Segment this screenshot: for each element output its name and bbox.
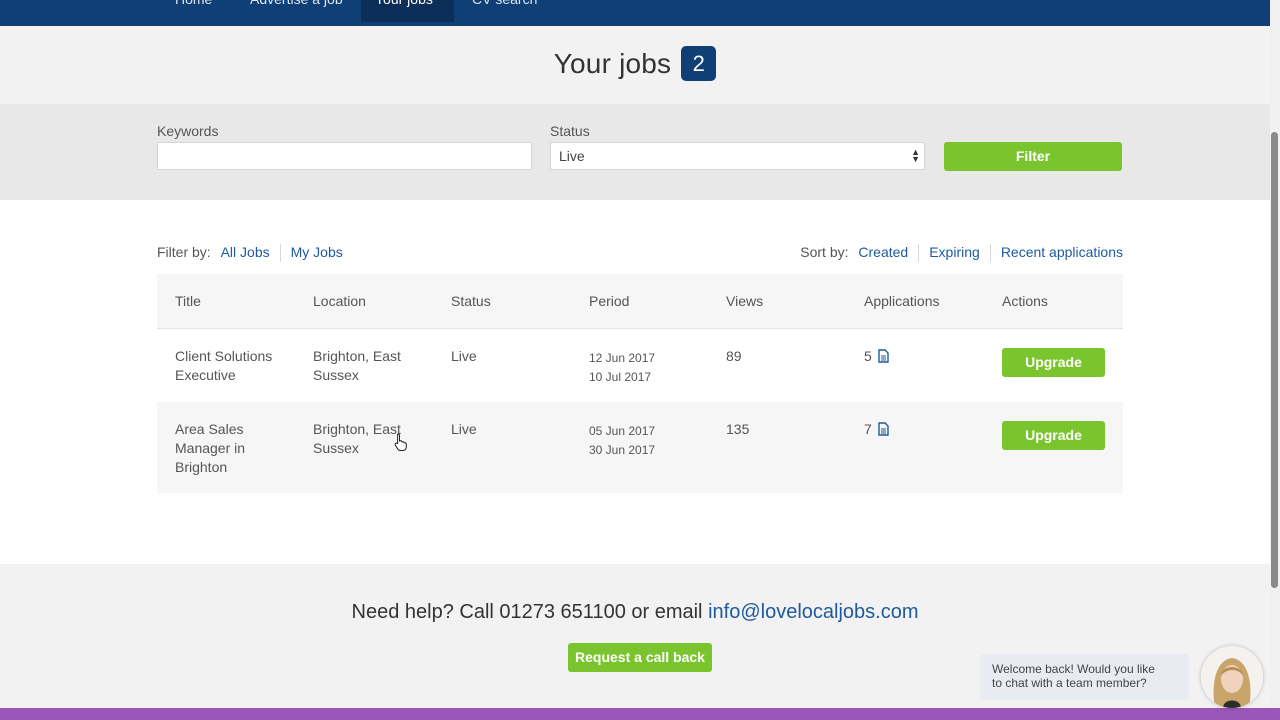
applications-count: 5 <box>864 348 872 364</box>
status-select-value: Live <box>559 148 585 164</box>
location-line: Brighton, East <box>313 421 401 437</box>
document-icon <box>878 422 889 441</box>
filter-my-jobs-link[interactable]: My Jobs <box>291 244 343 260</box>
page-title: Your jobs <box>553 47 672 79</box>
chat-agent-avatar[interactable] <box>1201 646 1263 708</box>
job-title-link[interactable]: Client Solutions Executive <box>175 347 272 385</box>
sort-created-link[interactable]: Created <box>858 244 908 260</box>
upgrade-button[interactable]: Upgrade <box>1002 348 1105 377</box>
help-line: Need help? Call 01273 651100 or email in… <box>0 601 1270 624</box>
location-line: Sussex <box>313 440 359 456</box>
nav-tab-advertise-job[interactable]: Advertise a job <box>236 0 357 22</box>
period-end: 30 Jun 2017 <box>589 443 656 457</box>
column-header-status[interactable]: Status <box>451 293 491 309</box>
column-header-title[interactable]: Title <box>175 293 201 309</box>
job-location: Brighton, East Sussex <box>313 347 401 385</box>
job-title-line: Client Solutions <box>175 348 273 364</box>
divider <box>279 244 281 263</box>
page-header: Your jobs 2 <box>0 26 1270 104</box>
table-header: Title Location Status Period Views Appli… <box>157 274 1123 329</box>
job-count-badge: 2 <box>681 46 717 81</box>
filter-button[interactable]: Filter <box>944 142 1122 171</box>
jobs-content: Filter by: All Jobs My Jobs Sort by: Crea… <box>0 200 1270 564</box>
top-navigation: Home Advertise a job Your jobs CV search <box>0 0 1270 26</box>
job-applications-link[interactable]: 5 <box>864 347 889 368</box>
period-start: 12 Jun 2017 <box>589 351 656 365</box>
footer-accent-bar <box>0 708 1280 720</box>
chat-prompt[interactable]: Welcome back! Would you like to chat wit… <box>980 654 1189 700</box>
chat-message-line: to chat with a team member? <box>992 676 1147 690</box>
job-title-line: Manager in <box>175 440 246 456</box>
job-views: 135 <box>726 421 750 437</box>
request-call-back-button[interactable]: Request a call back <box>568 643 712 672</box>
status-select[interactable]: Live ▲ ▼ <box>550 142 925 170</box>
job-title-line: Area Sales <box>175 421 244 437</box>
filter-by-label: Filter by: <box>157 244 211 260</box>
filter-panel: Keywords Status Live ▲ ▼ Filter <box>0 104 1270 200</box>
job-title-line: Executive <box>175 367 236 383</box>
nav-tab-home[interactable]: Home <box>161 0 226 22</box>
filter-by-bar: Filter by: All Jobs My Jobs <box>157 244 343 263</box>
column-header-location[interactable]: Location <box>313 293 366 309</box>
location-line: Sussex <box>313 367 359 383</box>
table-row: Client Solutions Executive Brighton, Eas… <box>157 329 1123 402</box>
job-period: 05 Jun 2017 30 Jun 2017 <box>589 422 655 460</box>
keywords-label: Keywords <box>157 123 219 139</box>
job-title-line: Brighton <box>175 459 228 475</box>
job-status: Live <box>451 421 477 437</box>
support-email-link[interactable]: info@lovelocaljobs.com <box>708 601 918 623</box>
hand-cursor-icon <box>394 433 408 456</box>
sort-recent-applications-link[interactable]: Recent applications <box>1001 244 1123 260</box>
sort-by-label: Sort by: <box>800 244 849 260</box>
job-views: 89 <box>726 348 742 364</box>
column-header-period[interactable]: Period <box>589 293 629 309</box>
divider <box>989 244 991 263</box>
column-header-actions: Actions <box>1002 293 1048 309</box>
divider <box>918 244 920 263</box>
upgrade-button[interactable]: Upgrade <box>1002 421 1105 450</box>
help-text: Need help? Call 01273 651100 or email <box>351 601 703 623</box>
status-label: Status <box>550 123 590 139</box>
select-arrows-icon: ▲ ▼ <box>911 147 920 164</box>
job-location: Brighton, East Sussex <box>313 420 401 458</box>
filter-all-jobs-link[interactable]: All Jobs <box>221 244 270 260</box>
job-status: Live <box>451 348 477 364</box>
document-icon <box>878 349 889 368</box>
column-header-views[interactable]: Views <box>726 293 763 309</box>
sort-expiring-link[interactable]: Expiring <box>929 244 980 260</box>
period-end: 10 Jul 2017 <box>589 370 652 384</box>
agent-portrait-icon <box>1201 646 1263 708</box>
table-row: Area Sales Manager in Brighton Brighton,… <box>157 402 1123 493</box>
job-applications-link[interactable]: 7 <box>864 420 889 441</box>
location-line: Brighton, East <box>313 348 401 364</box>
jobs-table: Title Location Status Period Views Appli… <box>157 274 1123 493</box>
chat-message-line: Welcome back! Would you like <box>992 662 1155 676</box>
keywords-input[interactable] <box>157 142 532 170</box>
period-start: 05 Jun 2017 <box>589 424 656 438</box>
applications-count: 7 <box>864 421 872 437</box>
nav-tab-cv-search[interactable]: CV search <box>458 0 551 22</box>
job-title-link[interactable]: Area Sales Manager in Brighton <box>175 420 245 477</box>
column-header-applications[interactable]: Applications <box>864 293 940 309</box>
job-period: 12 Jun 2017 10 Jul 2017 <box>589 349 655 387</box>
scrollbar-thumb[interactable] <box>1271 132 1278 588</box>
nav-tab-your-jobs[interactable]: Your jobs <box>361 0 454 22</box>
sort-by-bar: Sort by: Created Expiring Recent applicati… <box>800 244 1123 263</box>
